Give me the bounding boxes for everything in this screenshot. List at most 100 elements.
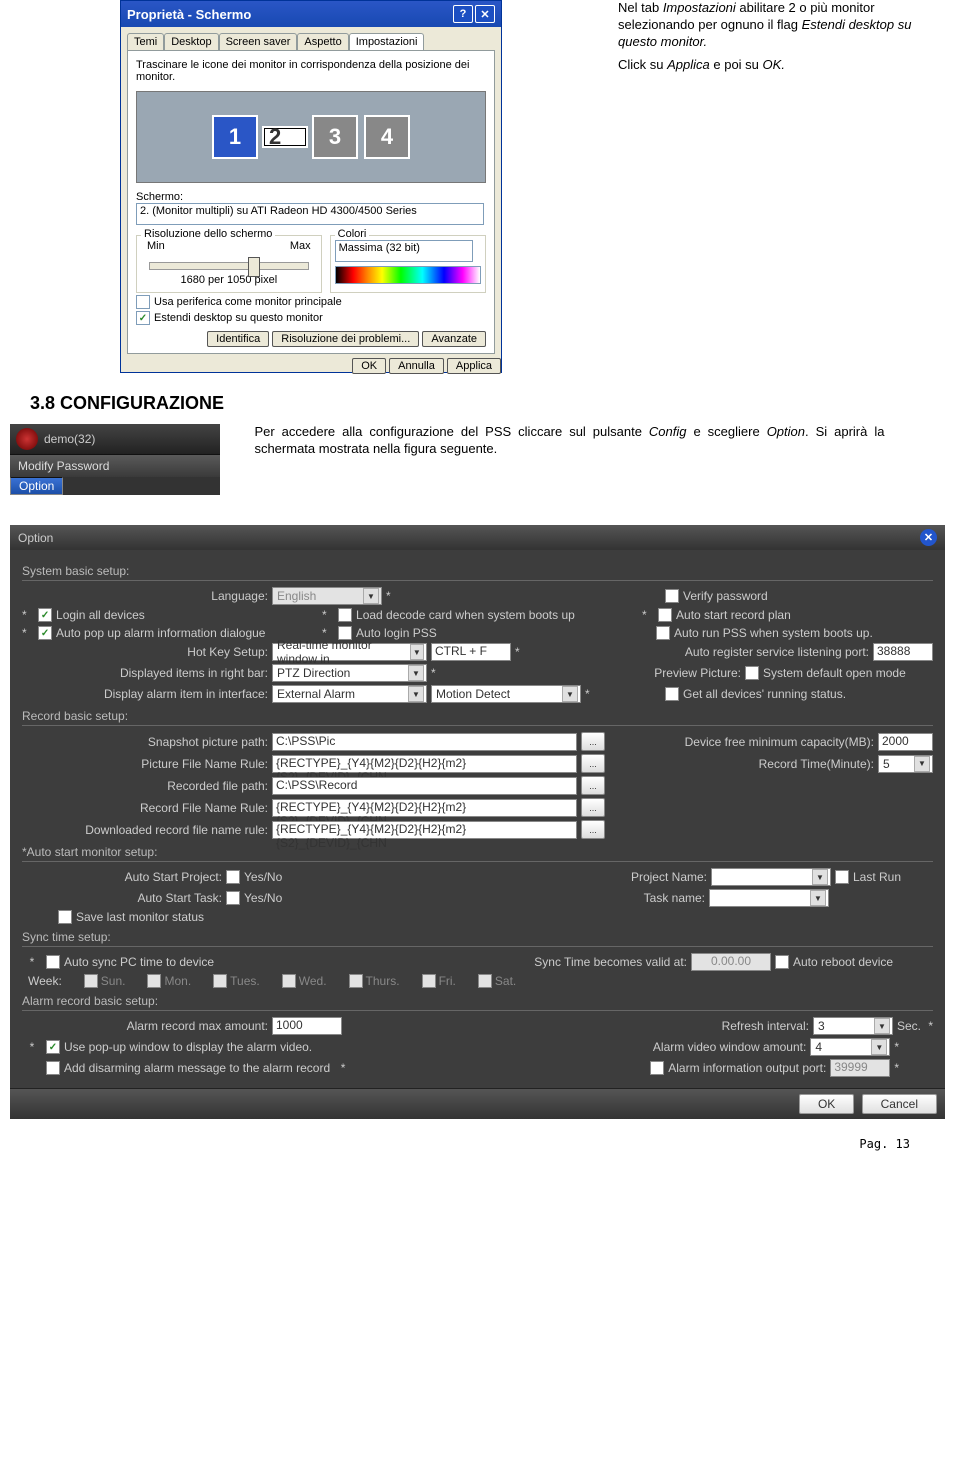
browse-button[interactable]: ... (581, 776, 605, 795)
refresh-select[interactable]: 3▼ (813, 1017, 893, 1035)
rec-time-select[interactable]: 5▼ (878, 755, 933, 773)
cancel-button[interactable]: Annulla (389, 358, 444, 374)
help-button[interactable]: ? (453, 5, 473, 23)
load-decode-checkbox[interactable] (338, 608, 352, 622)
alarm-info-input[interactable]: 39999 (830, 1059, 890, 1077)
project-name-label: Project Name: (631, 870, 707, 884)
close-icon[interactable]: ✕ (920, 529, 937, 546)
tab-panel: Trascinare le icone dei monitor in corri… (127, 50, 495, 354)
auto-sync-checkbox[interactable] (46, 955, 60, 969)
advanced-button[interactable]: Avanzate (422, 331, 486, 347)
sec-auto-start: *Auto start monitor setup: (22, 845, 933, 859)
tab-temi[interactable]: Temi (127, 33, 164, 50)
day-wed-checkbox[interactable] (282, 974, 296, 988)
pic-rule-input[interactable]: {RECTYPE}_{Y4}{M2}{D2}{H2}{m2}{S2}_{DEVI… (272, 755, 577, 773)
day-sun-checkbox[interactable] (84, 974, 98, 988)
day-mon-checkbox[interactable] (147, 974, 161, 988)
ok-button[interactable]: OK (352, 358, 386, 374)
ok-button[interactable]: OK (799, 1094, 854, 1114)
day-tue-checkbox[interactable] (213, 974, 227, 988)
schermo-select[interactable]: 2. (Monitor multipli) su ATI Radeon HD 4… (136, 203, 484, 225)
color-bar (335, 266, 481, 284)
motion-detect-select[interactable]: Motion Detect▼ (431, 685, 581, 703)
sec-system-basic: System basic setup: (22, 564, 933, 578)
apply-button[interactable]: Applica (447, 358, 501, 374)
browse-button[interactable]: ... (581, 732, 605, 751)
sec-sync-time: Sync time setup: (22, 930, 933, 944)
language-select[interactable]: English▼ (272, 587, 382, 605)
sec-record-basic: Record basic setup: (22, 709, 933, 723)
auto-start-project-checkbox[interactable] (226, 870, 240, 884)
hotkey-select[interactable]: Real-time monitor window in▼ (272, 643, 427, 661)
side-paragraph: Per accedere alla configurazione del PSS… (254, 424, 884, 458)
close-button[interactable]: ✕ (475, 5, 495, 23)
hotkey-input[interactable]: CTRL + F (431, 643, 511, 661)
down-rule-input[interactable]: {RECTYPE}_{Y4}{M2}{D2}{H2}{m2}{S2}_{DEVI… (272, 821, 577, 839)
day-thu-checkbox[interactable] (349, 974, 363, 988)
save-last-checkbox[interactable] (58, 910, 72, 924)
dev-free-label: Device free minimum capacity(MB): (609, 735, 874, 749)
browse-button[interactable]: ... (581, 820, 605, 839)
hotkey-label: Hot Key Setup: (22, 645, 268, 659)
titlebar-text: Proprietà - Schermo (127, 7, 251, 22)
page-number: Pag. 13 (10, 1137, 910, 1151)
alarm-info-checkbox[interactable] (650, 1061, 664, 1075)
rec-rule-input[interactable]: {RECTYPE}_{Y4}{M2}{D2}{H2}{m2}{S2}_{DEVI… (272, 799, 577, 817)
auto-start-task-checkbox[interactable] (226, 891, 240, 905)
menu-option[interactable]: Option (10, 477, 63, 495)
sync-time-label: Sync Time becomes valid at: (534, 955, 687, 969)
last-run-checkbox[interactable] (835, 870, 849, 884)
pic-rule-label: Picture File Name Rule: (22, 757, 268, 771)
project-name-select[interactable]: ▼ (711, 868, 831, 886)
tab-desktop[interactable]: Desktop (164, 33, 218, 50)
color-select[interactable]: Massima (32 bit) (335, 240, 473, 262)
task-name-label: Task name: (644, 891, 705, 905)
tab-screensaver[interactable]: Screen saver (219, 33, 298, 50)
identify-button[interactable]: Identifica (207, 331, 269, 347)
sync-time-input[interactable]: 0.00.00 (691, 953, 771, 971)
primary-monitor-checkbox[interactable] (136, 295, 150, 309)
instruction-text: Nel tab Impostazioni abilitare 2 o più m… (618, 0, 928, 74)
troubleshoot-button[interactable]: Risoluzione dei problemi... (272, 331, 419, 347)
use-popup-checkbox[interactable]: ✓ (46, 1040, 60, 1054)
cancel-button[interactable]: Cancel (862, 1094, 937, 1114)
monitor-1[interactable]: 1 (212, 115, 258, 159)
alarm-max-input[interactable]: 1000 (272, 1017, 342, 1035)
extend-desktop-checkbox[interactable]: ✓ (136, 311, 150, 325)
monitor-3[interactable]: 3 (312, 115, 358, 159)
auto-run-checkbox[interactable] (656, 626, 670, 640)
preview-picture-label: Preview Picture: (654, 666, 741, 680)
dev-free-input[interactable]: 2000 (878, 733, 933, 751)
rec-rule-label: Record File Name Rule: (22, 801, 268, 815)
option-dialog: Option ✕ System basic setup: Language: E… (10, 525, 945, 1119)
refresh-label: Refresh interval: (722, 1019, 809, 1033)
alarm-window-label: Alarm video window amount: (653, 1040, 806, 1054)
day-sat-checkbox[interactable] (478, 974, 492, 988)
monitor-4[interactable]: 4 (364, 115, 410, 159)
auto-start-record-checkbox[interactable] (658, 608, 672, 622)
browse-button[interactable]: ... (581, 754, 605, 773)
menu-modify-password[interactable]: Modify Password (10, 454, 220, 477)
rec-path-input[interactable]: C:\PSS\Record (272, 777, 577, 795)
verify-password-checkbox[interactable] (665, 589, 679, 603)
monitor-2[interactable]: 2 (264, 128, 306, 146)
add-disarm-checkbox[interactable] (46, 1061, 60, 1075)
tab-impostazioni[interactable]: Impostazioni (349, 33, 425, 50)
tab-aspetto[interactable]: Aspetto (297, 33, 348, 50)
browse-button[interactable]: ... (581, 798, 605, 817)
resolution-legend: Risoluzione dello schermo (141, 228, 275, 240)
login-all-checkbox[interactable]: ✓ (38, 608, 52, 622)
displayed-items-select[interactable]: PTZ Direction▼ (272, 664, 427, 682)
preview-checkbox[interactable] (745, 666, 759, 680)
resolution-slider[interactable] (149, 262, 309, 270)
auto-register-input[interactable]: 38888 (873, 643, 933, 661)
auto-reboot-checkbox[interactable] (775, 955, 789, 969)
day-fri-checkbox[interactable] (422, 974, 436, 988)
auto-popup-checkbox[interactable]: ✓ (38, 626, 52, 640)
sec-alarm-record: Alarm record basic setup: (22, 994, 933, 1008)
display-alarm-select[interactable]: External Alarm▼ (272, 685, 427, 703)
get-all-checkbox[interactable] (665, 687, 679, 701)
alarm-window-select[interactable]: 4▼ (810, 1038, 890, 1056)
snapshot-path-input[interactable]: C:\PSS\Pic (272, 733, 577, 751)
task-name-select[interactable]: ▼ (709, 889, 829, 907)
